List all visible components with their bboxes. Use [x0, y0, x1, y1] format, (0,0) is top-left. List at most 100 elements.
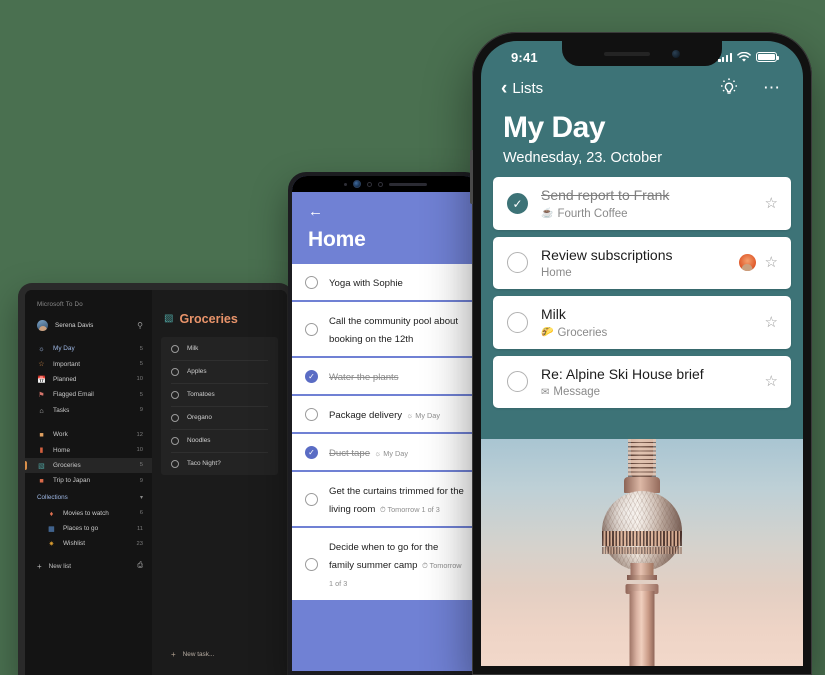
- checkbox[interactable]: [171, 344, 179, 353]
- list-item[interactable]: Noodles: [161, 429, 278, 452]
- search-icon[interactable]: ⚲: [137, 321, 143, 330]
- checkbox[interactable]: [171, 459, 179, 468]
- sidebar-item-count: 10: [136, 376, 143, 383]
- list-item[interactable]: Taco Night?: [161, 452, 278, 475]
- map-icon: ▦: [48, 524, 55, 533]
- list-item[interactable]: Milk 🌮 Groceries ☆: [493, 296, 791, 349]
- android-phone-device: ← Home Yoga with Sophie Call the communi…: [288, 172, 483, 675]
- checkbox-checked[interactable]: ✓: [305, 445, 318, 459]
- device-showcase: Microsoft To Do Serena Davis ⚲ ☼ My Day …: [0, 0, 825, 675]
- new-list-button[interactable]: + New list ⎙: [25, 557, 152, 576]
- avatar: [37, 320, 48, 331]
- back-label: Lists: [512, 79, 544, 97]
- sun-icon: ☼: [38, 344, 45, 354]
- list-item[interactable]: Package delivery ☼ My Day: [292, 396, 479, 432]
- new-group-icon[interactable]: ⎙: [137, 562, 143, 570]
- sidebar-item-movies-to-watch[interactable]: ♦ Movies to watch 6: [25, 506, 152, 521]
- task-actions: ☆: [765, 315, 778, 330]
- sidebar-item-home[interactable]: ▮ Home 10: [25, 442, 152, 457]
- sidebar-item-label: Groceries: [53, 461, 81, 469]
- list-item[interactable]: Apples: [161, 360, 278, 383]
- page-header: My Day Wednesday, 23. October: [481, 100, 803, 166]
- status-time: 9:41: [511, 49, 538, 65]
- list-item[interactable]: Decide when to go for the family summer …: [292, 528, 479, 600]
- list-item[interactable]: ✓ Send report to Frank ☕ Fourth Coffee ☆: [493, 177, 791, 230]
- list-item[interactable]: Get the curtains trimmed for the living …: [292, 472, 479, 526]
- new-task-button[interactable]: + New task...: [161, 644, 278, 665]
- sidebar-item-tasks[interactable]: ⌂ Tasks 9: [25, 403, 152, 418]
- list-item[interactable]: Milk: [161, 337, 278, 360]
- task-meta-label: My Day: [415, 411, 440, 420]
- book-red-icon: ▮: [39, 445, 44, 455]
- checkbox[interactable]: [305, 557, 318, 571]
- task-meta: ☕ Fourth Coffee: [541, 208, 752, 220]
- more-horizontal-icon[interactable]: ⋯: [763, 79, 781, 96]
- checkbox[interactable]: [305, 407, 318, 421]
- list-item[interactable]: Call the community pool about booking on…: [292, 302, 479, 356]
- checkbox-checked[interactable]: ✓: [507, 192, 528, 214]
- sidebar-item-count: 11: [136, 525, 143, 532]
- task-text: Re: Alpine Ski House brief ✉ Message: [541, 366, 752, 399]
- android-phone-screen: ← Home Yoga with Sophie Call the communi…: [292, 176, 479, 671]
- list-item[interactable]: Re: Alpine Ski House brief ✉ Message ☆: [493, 355, 791, 408]
- checkbox[interactable]: [507, 252, 528, 274]
- tower-observation-deck: [602, 531, 682, 546]
- star-outline-icon[interactable]: ☆: [765, 255, 778, 270]
- status-icons: [718, 51, 780, 63]
- list-item[interactable]: Yoga with Sophie: [292, 264, 479, 300]
- task-text: Duct tape ☼ My Day: [329, 443, 466, 461]
- sidebar-item-label: Home: [53, 446, 71, 454]
- star-outline-icon[interactable]: ☆: [765, 196, 778, 211]
- tablet-screen: Microsoft To Do Serena Davis ⚲ ☼ My Day …: [25, 290, 287, 675]
- star-outline-icon[interactable]: ☆: [765, 315, 778, 330]
- cellular-bars-icon: [718, 52, 732, 62]
- sidebar-item-count: 10: [136, 447, 143, 454]
- task-text: Milk 🌮 Groceries: [541, 306, 752, 339]
- checkbox[interactable]: [305, 492, 318, 506]
- checkbox-checked[interactable]: ✓: [305, 369, 318, 383]
- lightbulb-icon[interactable]: [717, 76, 741, 100]
- sensor-icon: [378, 181, 383, 187]
- collections-header[interactable]: Collections ▾: [25, 489, 152, 506]
- list-item[interactable]: Tomatoes: [161, 383, 278, 406]
- app-name: Microsoft To Do: [37, 301, 83, 308]
- avatar[interactable]: [738, 254, 756, 272]
- user-account-row[interactable]: Serena Davis ⚲: [25, 317, 152, 334]
- sensor-icon: [367, 181, 372, 187]
- tower-collar-upper: [627, 575, 657, 580]
- chevron-down-icon[interactable]: ▾: [140, 494, 143, 501]
- sidebar-item-count: 5: [139, 345, 143, 352]
- sidebar-item-label: My Day: [53, 345, 75, 353]
- sidebar-item-trip-to-japan[interactable]: ■ Trip to Japan 9: [25, 473, 152, 488]
- task-text: Water the plants: [329, 367, 466, 385]
- checkbox[interactable]: [507, 311, 528, 333]
- sidebar-item-important[interactable]: ☆ Important 5: [25, 356, 152, 371]
- sidebar-item-work[interactable]: ■ Work 12: [25, 427, 152, 442]
- list-item[interactable]: Oregano: [161, 406, 278, 429]
- sidebar-item-my-day[interactable]: ☼ My Day 5: [25, 341, 152, 356]
- checkbox[interactable]: [507, 371, 528, 393]
- back-to-lists-button[interactable]: ‹ Lists: [501, 79, 543, 98]
- sidebar-divider: [25, 418, 152, 427]
- checkbox[interactable]: [305, 322, 318, 336]
- checkbox[interactable]: [171, 436, 179, 445]
- list-item[interactable]: ✓ Duct tape ☼ My Day: [292, 434, 479, 470]
- list-item[interactable]: ✓ Water the plants: [292, 358, 479, 394]
- sidebar-item-planned[interactable]: 📅 Planned 10: [25, 372, 152, 387]
- sidebar-item-places-to-go[interactable]: ▦ Places to go 11: [25, 521, 152, 536]
- list-item[interactable]: Review subscriptions Home ☆: [493, 236, 791, 289]
- checkbox[interactable]: [171, 390, 179, 399]
- arrow-left-icon[interactable]: ←: [308, 204, 463, 219]
- checkbox[interactable]: [171, 367, 179, 376]
- sidebar-item-label: Planned: [53, 375, 77, 383]
- sidebar-item-wishlist[interactable]: ✷ Wishlist 23: [25, 536, 152, 551]
- battery-full-icon: [756, 52, 780, 62]
- task-title: Milk: [541, 306, 566, 322]
- iphone-device: 9:41 ‹ Lists ⋯ My Day Wednesday, 23. Oct…: [470, 32, 812, 675]
- tablet-list-pane: ▧ Groceries Milk Apples Tomatoes Oregano…: [152, 290, 287, 675]
- sidebar-item-groceries[interactable]: ▧ Groceries 5: [25, 457, 152, 474]
- checkbox[interactable]: [171, 413, 179, 422]
- sidebar-item-flagged-email[interactable]: ⚑ Flagged Email 5: [25, 387, 152, 402]
- checkbox[interactable]: [305, 275, 318, 289]
- star-outline-icon[interactable]: ☆: [765, 374, 778, 389]
